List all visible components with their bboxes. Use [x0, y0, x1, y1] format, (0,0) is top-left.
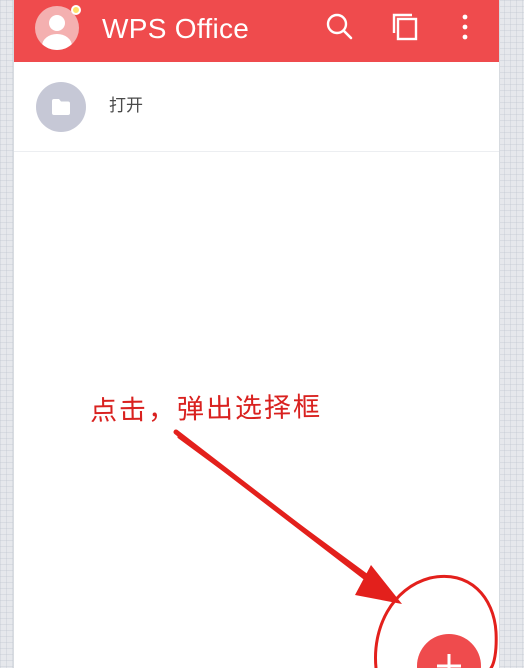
circle-highlight [373, 574, 498, 668]
annotation-layer: 点击，弹出选择框 [0, 0, 524, 668]
arrow-icon [173, 429, 402, 604]
